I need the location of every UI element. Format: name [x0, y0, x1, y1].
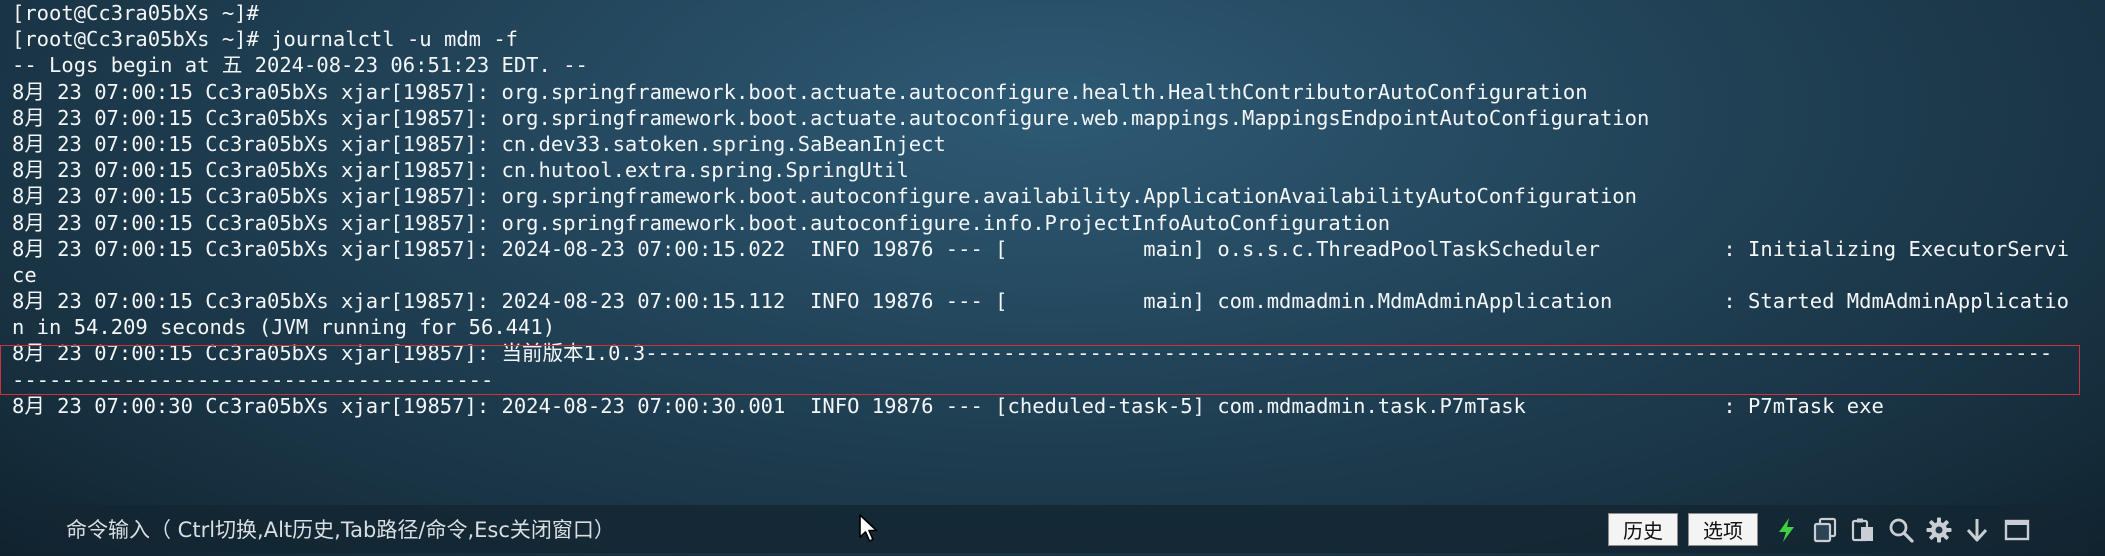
search-icon[interactable] [1886, 515, 1916, 545]
paste-icon[interactable] [1848, 515, 1878, 545]
terminal-line: -- Logs begin at 五 2024-08-23 06:51:23 E… [12, 53, 588, 78]
terminal-line: --------------------------------------- [12, 367, 494, 392]
terminal-line: 8月 23 07:00:15 Cc3ra05bXs xjar[19857]: o… [12, 105, 1650, 130]
window-icon[interactable] [2002, 515, 2032, 545]
gear-icon[interactable] [1924, 515, 1954, 545]
terminal-output[interactable]: [root@Cc3ra05bXs ~]# [root@Cc3ra05bXs ~]… [12, 0, 2092, 419]
terminal-line: [root@Cc3ra05bXs ~]# journalctl -u mdm -… [12, 27, 519, 52]
copy-icon[interactable] [1810, 515, 1840, 545]
arrow-down-icon[interactable] [1962, 515, 1992, 545]
terminal-line: 8月 23 07:00:15 Cc3ra05bXs xjar[19857]: o… [12, 184, 1637, 209]
terminal-line: 8月 23 07:00:15 Cc3ra05bXs xjar[19857]: o… [12, 79, 1588, 104]
terminal-line: 8月 23 07:00:15 Cc3ra05bXs xjar[19857]: c… [12, 131, 946, 156]
command-input-placeholder[interactable]: 命令输入（ Ctrl切换,Alt历史,Tab路径/命令,Esc关闭窗口） [66, 514, 615, 544]
terminal-line: n in 54.209 seconds (JVM running for 56.… [12, 315, 556, 340]
terminal-line: [root@Cc3ra05bXs ~]# [12, 1, 259, 25]
terminal-line: ce [12, 262, 37, 287]
terminal-line: 8月 23 07:00:15 Cc3ra05bXs xjar[19857]: o… [12, 210, 1391, 235]
terminal-line: 8月 23 07:00:15 Cc3ra05bXs xjar[19857]: c… [12, 158, 909, 183]
terminal-line: 8月 23 07:00:15 Cc3ra05bXs xjar[19857]: 2… [12, 236, 2069, 261]
terminal-window: [root@Cc3ra05bXs ~]# [root@Cc3ra05bXs ~]… [0, 0, 2105, 556]
history-button[interactable]: 历史 [1608, 513, 1678, 546]
options-button[interactable]: 选项 [1688, 513, 1758, 546]
lightning-icon[interactable] [1772, 515, 1802, 545]
terminal-line: 8月 23 07:00:15 Cc3ra05bXs xjar[19857]: 2… [12, 289, 2069, 314]
terminal-line: 8月 23 07:00:30 Cc3ra05bXs xjar[19857]: 2… [12, 393, 1884, 418]
mouse-cursor-icon [859, 514, 878, 542]
terminal-line: 8月 23 07:00:15 Cc3ra05bXs xjar[19857]: 当… [12, 341, 2053, 366]
